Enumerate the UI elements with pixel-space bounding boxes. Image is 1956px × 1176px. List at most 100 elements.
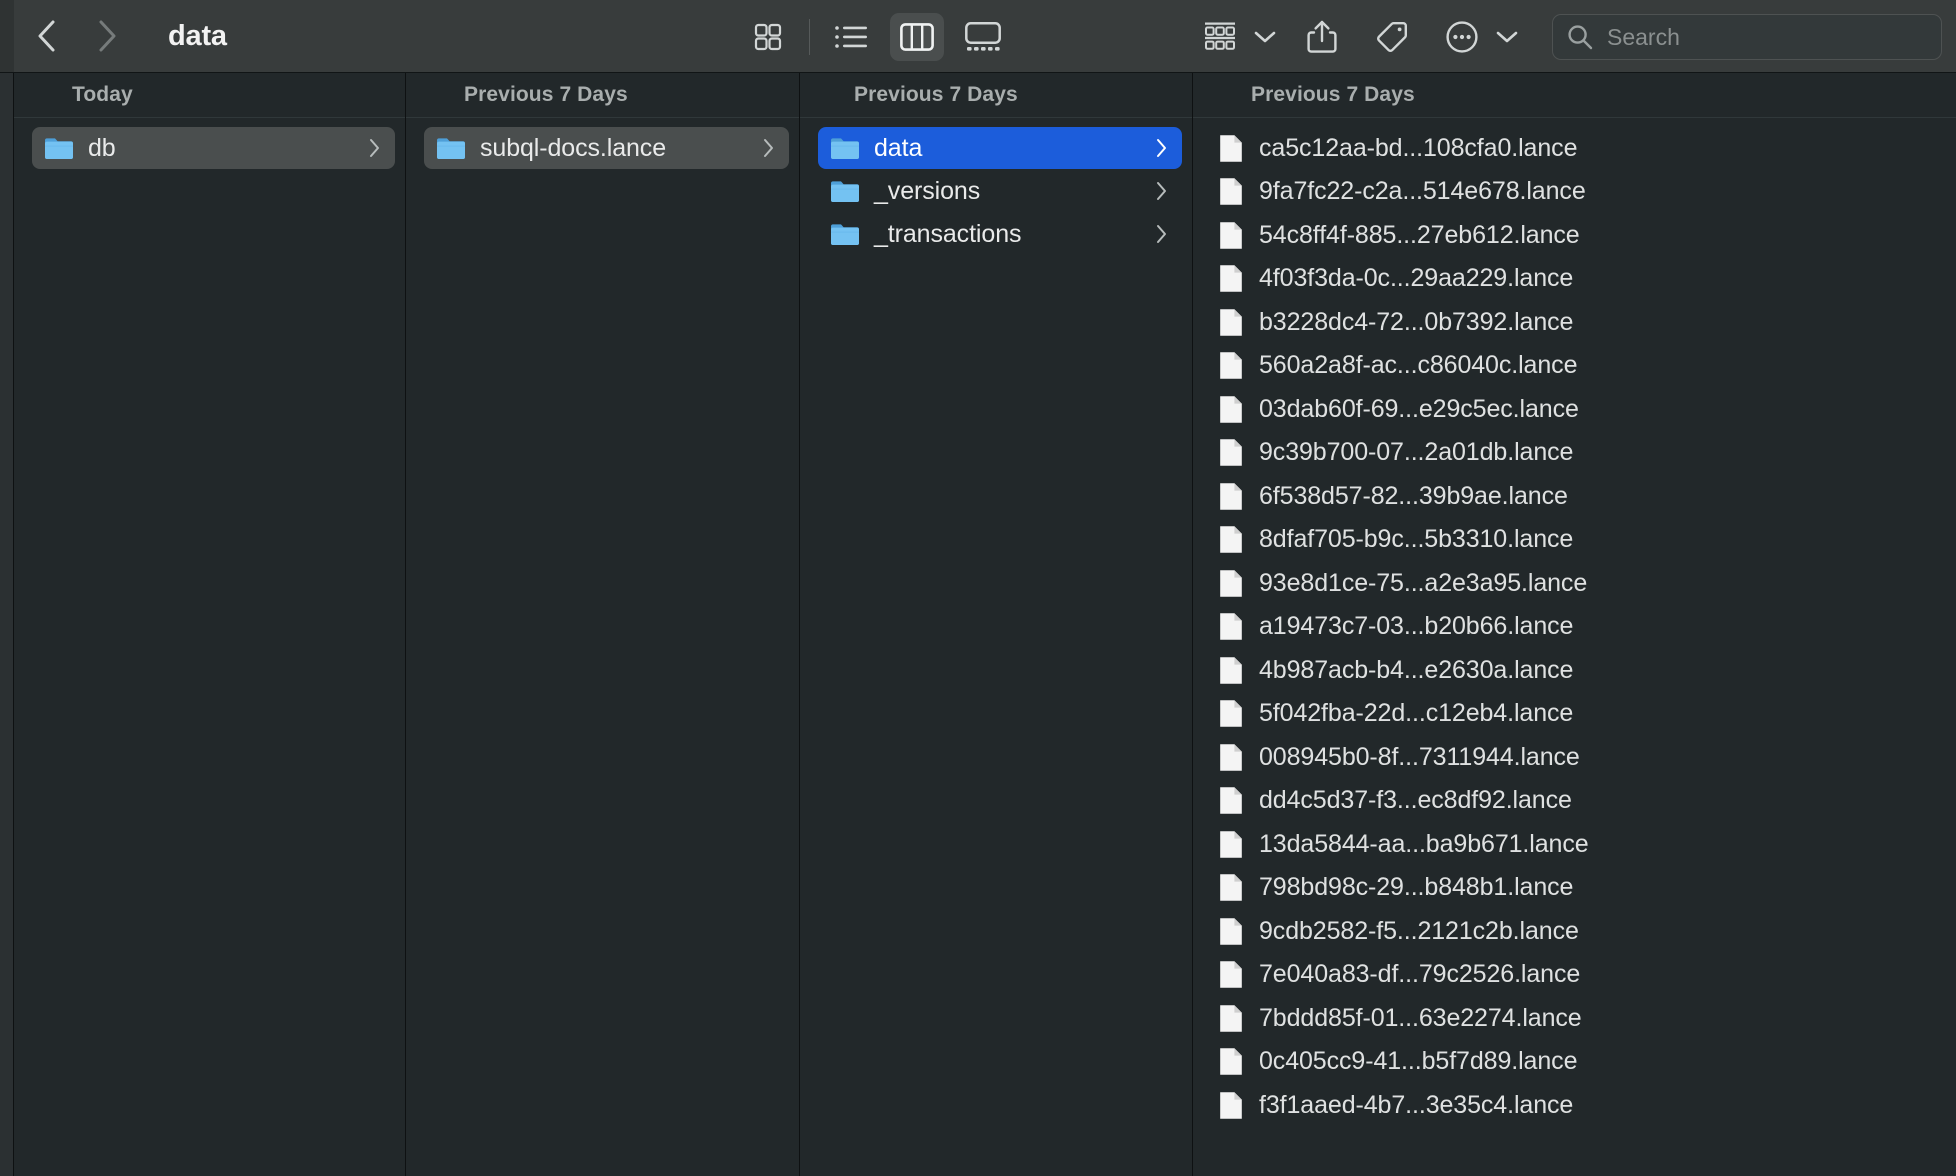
list-item-label: 798bd98c-29...b848b1.lance bbox=[1259, 873, 1574, 902]
file-icon bbox=[1220, 569, 1242, 597]
gallery-view-icon bbox=[965, 21, 1001, 51]
list-item[interactable]: 13da5844-aa...ba9b671.lance bbox=[1207, 823, 1950, 866]
list-item[interactable]: subql-docs.lance bbox=[424, 127, 789, 169]
more-actions-button[interactable] bbox=[1435, 13, 1489, 61]
column-4: Previous 7 Days ca5c12aa-bd...108cfa0.la… bbox=[1193, 73, 1956, 1176]
column-4-items: ca5c12aa-bd...108cfa0.lance 9fa7fc22-c2a… bbox=[1193, 118, 1956, 1176]
file-icon bbox=[1220, 221, 1242, 249]
list-item-label: dd4c5d37-f3...ec8df92.lance bbox=[1259, 786, 1572, 815]
tag-icon bbox=[1377, 21, 1408, 52]
list-item[interactable]: 008945b0-8f...7311944.lance bbox=[1207, 736, 1950, 779]
list-item[interactable]: 560a2a8f-ac...c86040c.lance bbox=[1207, 345, 1950, 388]
grid-view-icon bbox=[754, 23, 782, 50]
list-item-label: data bbox=[874, 133, 923, 162]
list-item[interactable]: 6f538d57-82...39b9ae.lance bbox=[1207, 475, 1950, 518]
list-item[interactable]: f3f1aaed-4b7...3e35c4.lance bbox=[1207, 1084, 1950, 1127]
list-item-label: subql-docs.lance bbox=[480, 133, 667, 162]
list-item[interactable]: 798bd98c-29...b848b1.lance bbox=[1207, 867, 1950, 910]
view-as-icons-button[interactable] bbox=[741, 13, 795, 61]
file-icon bbox=[1220, 961, 1242, 989]
list-item[interactable]: 93e8d1ce-75...a2e3a95.lance bbox=[1207, 562, 1950, 605]
list-item[interactable]: 4f03f3da-0c...29aa229.lance bbox=[1207, 258, 1950, 301]
list-item[interactable]: data bbox=[818, 127, 1182, 169]
list-item[interactable]: _versions bbox=[818, 170, 1182, 212]
column-3-items: data _versions _transactions bbox=[800, 118, 1192, 1176]
list-item[interactable]: 9cdb2582-f5...2121c2b.lance bbox=[1207, 910, 1950, 953]
window-title: data bbox=[168, 19, 227, 52]
more-actions-control[interactable] bbox=[1427, 13, 1529, 61]
file-icon bbox=[1220, 830, 1242, 858]
view-as-columns-button[interactable] bbox=[890, 12, 944, 61]
list-item-label: 4b987acb-b4...e2630a.lance bbox=[1259, 655, 1574, 684]
file-icon bbox=[1220, 700, 1242, 728]
chevron-right-icon bbox=[99, 20, 116, 52]
list-item[interactable]: 54c8ff4f-885...27eb612.lance bbox=[1207, 214, 1950, 257]
disclosure-chevron-icon bbox=[763, 138, 775, 158]
column-1-header: Today bbox=[14, 73, 405, 118]
navigation-arrows bbox=[30, 19, 124, 53]
list-item[interactable]: 5f042fba-22d...c12eb4.lance bbox=[1207, 693, 1950, 736]
list-item[interactable]: 7e040a83-df...79c2526.lance bbox=[1207, 954, 1950, 997]
back-button[interactable] bbox=[30, 19, 64, 53]
file-icon bbox=[1220, 308, 1242, 336]
disclosure-chevron-icon bbox=[1156, 224, 1168, 244]
list-item[interactable]: 0c405cc9-41...b5f7d89.lance bbox=[1207, 1041, 1950, 1084]
list-item[interactable]: 03dab60f-69...e29c5ec.lance bbox=[1207, 388, 1950, 431]
list-item-label: f3f1aaed-4b7...3e35c4.lance bbox=[1259, 1090, 1574, 1119]
list-item[interactable]: _transactions bbox=[818, 213, 1182, 255]
view-mode-switcher bbox=[735, 0, 1016, 73]
tags-button[interactable] bbox=[1365, 13, 1419, 61]
finder-toolbar: data bbox=[0, 0, 1956, 73]
column-1-items: db bbox=[14, 118, 405, 1176]
list-item-label: 008945b0-8f...7311944.lance bbox=[1259, 742, 1580, 771]
list-item[interactable]: b3228dc4-72...0b7392.lance bbox=[1207, 301, 1950, 344]
group-by-control[interactable] bbox=[1185, 13, 1287, 61]
list-item[interactable]: db bbox=[32, 127, 395, 169]
folder-icon bbox=[45, 137, 73, 159]
column-1: Today db bbox=[14, 73, 406, 1176]
list-item[interactable]: 7bddd85f-01...63e2274.lance bbox=[1207, 997, 1950, 1040]
list-item[interactable]: 9fa7fc22-c2a...514e678.lance bbox=[1207, 171, 1950, 214]
forward-button[interactable] bbox=[90, 19, 124, 53]
list-item[interactable]: ca5c12aa-bd...108cfa0.lance bbox=[1207, 127, 1950, 170]
share-icon bbox=[1307, 20, 1337, 53]
column-2-header: Previous 7 Days bbox=[406, 73, 799, 118]
toolbar-separator bbox=[809, 18, 810, 55]
search-input[interactable] bbox=[1607, 23, 1927, 51]
list-item-label: 9c39b700-07...2a01db.lance bbox=[1259, 438, 1574, 467]
share-button[interactable] bbox=[1295, 13, 1349, 61]
list-item[interactable]: dd4c5d37-f3...ec8df92.lance bbox=[1207, 780, 1950, 823]
list-item[interactable]: 9c39b700-07...2a01db.lance bbox=[1207, 432, 1950, 475]
list-item[interactable]: 8dfaf705-b9c...5b3310.lance bbox=[1207, 519, 1950, 562]
list-item-label: 03dab60f-69...e29c5ec.lance bbox=[1259, 394, 1579, 423]
disclosure-chevron-icon bbox=[1156, 181, 1168, 201]
chevron-left-icon bbox=[38, 20, 55, 52]
list-item[interactable]: a19473c7-03...b20b66.lance bbox=[1207, 606, 1950, 649]
sidebar-edge bbox=[0, 73, 14, 1176]
list-item-label: db bbox=[88, 133, 116, 162]
file-icon bbox=[1220, 787, 1242, 815]
file-icon bbox=[1220, 439, 1242, 467]
column-3-header: Previous 7 Days bbox=[800, 73, 1192, 118]
list-item-label: ca5c12aa-bd...108cfa0.lance bbox=[1259, 133, 1578, 162]
list-item-label: a19473c7-03...b20b66.lance bbox=[1259, 612, 1574, 641]
folder-icon bbox=[831, 180, 859, 202]
list-item-label: 8dfaf705-b9c...5b3310.lance bbox=[1259, 525, 1574, 554]
list-item-label: 13da5844-aa...ba9b671.lance bbox=[1259, 829, 1589, 858]
list-item-label: 9fa7fc22-c2a...514e678.lance bbox=[1259, 177, 1586, 206]
folder-icon bbox=[831, 223, 859, 245]
list-item[interactable]: 4b987acb-b4...e2630a.lance bbox=[1207, 649, 1950, 692]
list-item-label: 7bddd85f-01...63e2274.lance bbox=[1259, 1003, 1582, 1032]
ellipsis-circle-icon bbox=[1446, 20, 1478, 53]
file-icon bbox=[1220, 1048, 1242, 1076]
search-field[interactable] bbox=[1552, 14, 1942, 60]
list-item-label: 560a2a8f-ac...c86040c.lance bbox=[1259, 351, 1578, 380]
file-icon bbox=[1220, 265, 1242, 293]
group-by-button[interactable] bbox=[1193, 13, 1247, 61]
list-item-label: _transactions bbox=[874, 219, 1022, 248]
view-as-gallery-button[interactable] bbox=[956, 13, 1010, 61]
column-browser: Today db Previous 7 Days subql-docs.lanc… bbox=[0, 73, 1956, 1176]
file-icon bbox=[1220, 1091, 1242, 1119]
view-as-list-button[interactable] bbox=[824, 13, 878, 61]
file-icon bbox=[1220, 613, 1242, 641]
